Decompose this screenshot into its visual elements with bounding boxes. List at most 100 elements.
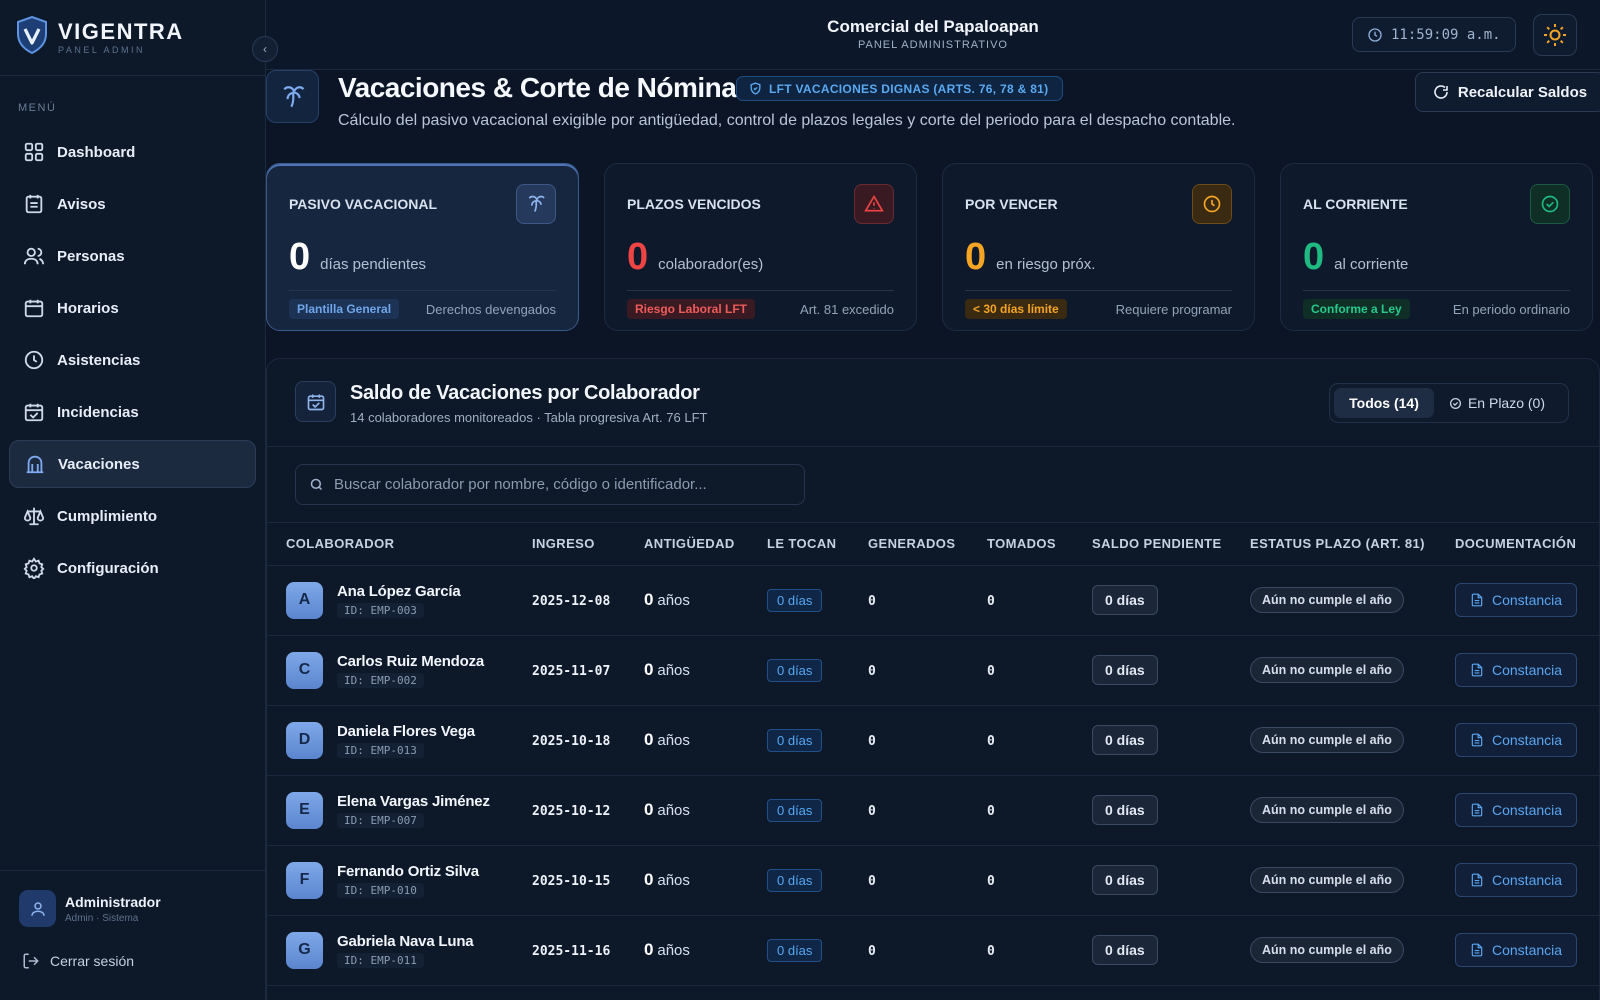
certificate-button[interactable]: Constancia [1455,933,1578,967]
status-badge: Aún no cumple el año [1250,587,1404,613]
table-row[interactable]: E Elena Vargas Jiménez ID: EMP-007 2025-10… [267,775,1600,846]
shield-logo-icon [16,15,48,59]
clock-icon [1368,27,1382,42]
column-header[interactable]: COLABORADOR [267,523,532,566]
avatar: A [286,581,323,619]
certificate-button[interactable]: Constancia [1455,583,1578,617]
certificate-button[interactable]: Constancia [1455,723,1578,757]
column-header[interactable]: GENERADOS [868,523,987,566]
sidebar-item-label: Horarios [57,299,119,317]
clock-icon [24,350,44,370]
user-name: Administrador [65,893,161,910]
column-header[interactable]: TOMADOS [987,523,1092,566]
avatar: C [286,651,323,689]
sidebar-item-configuracion[interactable]: Configuración [9,544,256,592]
theme-toggle-button[interactable] [1533,14,1577,56]
employee-name: Elena Vargas Jiménez [337,792,490,810]
sidebar-item-personas[interactable]: Personas [9,232,256,280]
certificate-button[interactable]: Constancia [1455,653,1578,687]
table-row[interactable]: D Daniela Flores Vega ID: EMP-013 2025-10-… [267,705,1600,776]
grid-icon [24,142,44,162]
taken-days: 0 [987,943,995,959]
generated-days: 0 [868,873,876,889]
taken-days: 0 [987,803,995,819]
certificate-label: Constancia [1492,662,1563,678]
table-row[interactable]: C Carlos Ruiz Mendoza ID: EMP-002 2025-11-… [267,635,1600,706]
entitled-days: 0 días [767,798,823,822]
seniority-value: 0 [644,940,654,959]
shield-check-icon [750,82,761,95]
logout-icon [23,953,39,969]
status-badge: Aún no cumple el año [1250,797,1404,823]
seniority-value: 0 [644,870,654,889]
generated-days: 0 [868,803,876,819]
search-input[interactable] [334,476,784,493]
sidebar-item-label: Incidencias [57,403,139,421]
brand: VIGENTRA PANEL ADMIN ‹ [0,0,278,76]
entitled-days: 0 días [767,938,823,962]
entitled-days: 0 días [767,658,823,682]
kpi-card-pasivo[interactable]: PASIVO VACACIONAL 0 días pendientes Plan… [266,163,579,331]
sidebar-item-dashboard[interactable]: Dashboard [9,128,256,176]
brand-name: VIGENTRA [58,18,184,44]
column-header[interactable]: ANTIGÜEDAD [644,523,767,566]
seniority-unit: años [657,592,690,609]
sidebar-item-avisos[interactable]: Avisos [9,180,256,228]
seniority-value: 0 [644,800,654,819]
search-box [295,464,805,505]
recalculate-label: Recalcular Saldos [1457,83,1588,101]
user-role: Admin · Sistema [65,912,139,924]
sidebar-item-incidencias[interactable]: Incidencias [9,388,256,436]
avatar [19,890,56,927]
entitled-days: 0 días [767,588,823,612]
table-row[interactable]: A Ana López García ID: EMP-003 2025-12-08 … [267,565,1600,636]
taken-days: 0 [987,593,995,609]
kpi-tag: < 30 días límite [965,299,1067,319]
vacation-balance-panel: Saldo de Vacaciones por Colaborador 14 c… [266,358,1600,1000]
sidebar-item-label: Personas [57,247,125,265]
pending-balance: 0 días [1092,725,1158,755]
clock-time: 11:59:09 a.m. [1391,26,1501,43]
clock-icon [1203,195,1221,213]
kpi-value: 0 [627,236,649,278]
user-profile[interactable]: Administrador Admin · Sistema [0,871,266,927]
kpi-label: PLAZOS VENCIDOS [627,196,761,212]
kpi-note: Requiere programar [1115,301,1232,317]
kpi-card-al-corriente[interactable]: AL CORRIENTE 0 al corriente Conforme a L… [1280,163,1593,331]
employee-id: ID: EMP-010 [337,882,424,898]
kpi-card-por-vencer[interactable]: POR VENCER 0 en riesgo próx. < 30 días l… [942,163,1255,331]
table-row[interactable]: F Fernando Ortiz Silva ID: EMP-010 2025-10… [267,845,1600,916]
recalculate-balances-button[interactable]: Recalcular Saldos [1415,72,1600,112]
column-header[interactable]: SALDO PENDIENTE [1092,523,1250,566]
employee-id: ID: EMP-002 [337,672,424,688]
column-header[interactable]: LE TOCAN [767,523,868,566]
certificate-button[interactable]: Constancia [1455,793,1578,827]
document-icon [1471,593,1483,607]
column-header[interactable]: ESTATUS PLAZO (ART. 81) [1250,523,1455,566]
kpi-card-plazos-vencidos[interactable]: PLAZOS VENCIDOS 0 colaborador(es) Riesgo… [604,163,917,331]
collapse-sidebar-button[interactable]: ‹ [252,36,278,62]
sun-icon [1544,24,1566,46]
table-header-row: COLABORADOR INGRESO ANTIGÜEDAD LE TOCAN … [267,523,1600,566]
page-description: Cálculo del pasivo vacacional exigible p… [338,112,1236,129]
employee-name: Ana López García [337,582,461,600]
column-header[interactable]: DOCUMENTACIÓN [1455,523,1600,566]
sidebar-item-cumplimiento[interactable]: Cumplimiento [9,492,256,540]
notice-icon [25,194,43,214]
table-row[interactable]: G Gabriela Nava Luna ID: EMP-011 2025-11-1… [267,915,1600,986]
filter-in-term-button[interactable]: En Plazo (0) [1434,388,1560,418]
seniority-unit: años [657,872,690,889]
entitled-days: 0 días [767,868,823,892]
palm-tree-icon [282,85,304,107]
column-header[interactable]: INGRESO [532,523,644,566]
refresh-icon [1434,85,1448,99]
sidebar-item-asistencias[interactable]: Asistencias [9,336,256,384]
filter-all-button[interactable]: Todos (14) [1334,388,1434,418]
logout-button[interactable]: Cerrar sesión [0,927,266,970]
sidebar-item-horarios[interactable]: Horarios [9,284,256,332]
check-circle-icon [1449,397,1461,409]
certificate-button[interactable]: Constancia [1455,863,1578,897]
sidebar-item-vacaciones[interactable]: Vacaciones [9,440,256,488]
kpi-value: 0 [289,236,311,278]
kpi-unit: en riesgo próx. [996,256,1096,273]
